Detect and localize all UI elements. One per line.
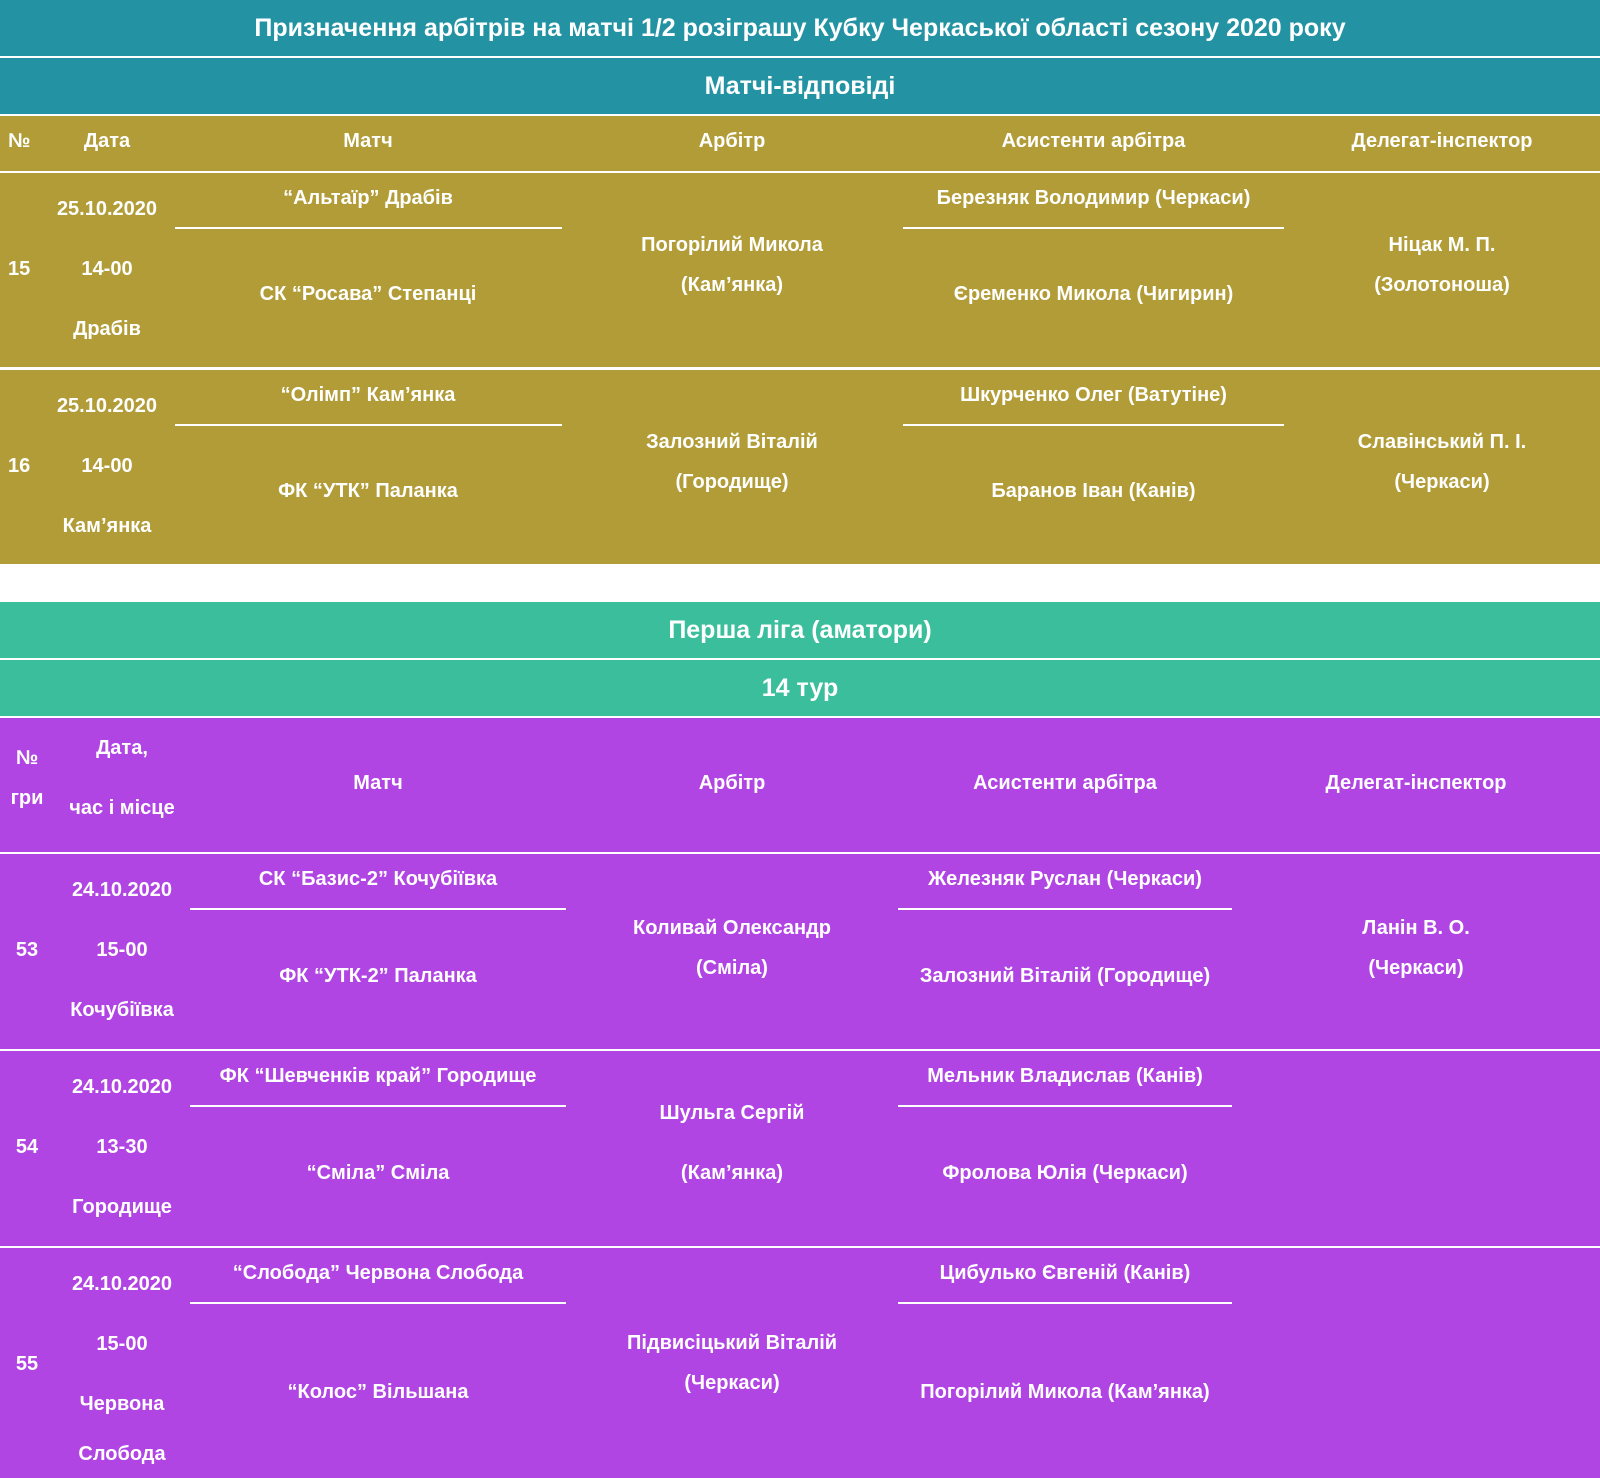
referee: Погорілий Микола (Кам’янка)	[561, 225, 903, 305]
assistant-1: Шкурченко Олег (Ватутіне)	[960, 384, 1227, 406]
table-row: 15 25.10.2020 14-00 Драбів “Альтаїр” Дра…	[0, 173, 1600, 367]
table-row: 53 24.10.2020 15-00 Кочубіївка СК “Базис…	[0, 854, 1600, 1049]
divider	[898, 1302, 1232, 1304]
assistant-2: Баранов Іван (Канів)	[991, 480, 1196, 502]
match-time: 15-00	[96, 939, 148, 961]
match-date: 24.10.2020	[71, 879, 173, 901]
referee-name: Залозний Віталій	[646, 431, 818, 453]
delegate: Ніцак М. П. (Золотоноша)	[1284, 225, 1600, 305]
cup-subtitle: Матчі-відповіді	[0, 58, 1600, 114]
referee: Підвисіцький Віталій (Черкаси)	[566, 1323, 898, 1403]
match-number: 53	[15, 939, 39, 961]
referee: Залозний Віталій (Городище)	[561, 422, 903, 502]
match-datetime: 24.10.2020 13-30 Городище	[54, 1057, 190, 1237]
match-place: Кам’янка	[62, 515, 152, 537]
delegate-city: (Черкаси)	[1368, 957, 1464, 979]
delegate-name: Славінський П. І.	[1357, 431, 1527, 453]
away-team: “Колос” Вільшана	[287, 1381, 469, 1403]
delegate-city: (Черкаси)	[1394, 471, 1490, 493]
match-date: 24.10.2020	[71, 1273, 173, 1295]
match-place: Червона	[79, 1393, 165, 1415]
divider	[903, 227, 1284, 229]
assistant-2: Погорілий Микола (Кам’янка)	[920, 1381, 1210, 1403]
header-referee: Арбітр	[698, 772, 766, 794]
round-title: 14 тур	[0, 660, 1600, 716]
header-date: Дата, час і місце	[69, 737, 175, 819]
divider	[903, 424, 1284, 426]
divider	[898, 1105, 1232, 1107]
referee-name: Погорілий Микола	[641, 234, 823, 256]
page-title: Призначення арбітрів на матчі 1/2 розігр…	[0, 0, 1600, 56]
header-delegate: Делегат-інспектор	[1325, 772, 1507, 794]
delegate: Славінський П. І. (Черкаси)	[1284, 422, 1600, 502]
away-team: СК “Росава” Степанці	[259, 283, 477, 305]
assistant-1: Цибулько Євгеній (Канів)	[939, 1262, 1191, 1284]
match-number: 54	[15, 1136, 39, 1158]
home-team: “Слобода” Червона Слобода	[232, 1262, 524, 1284]
header-num: № гри	[10, 747, 44, 809]
away-team: ФК “УТК-2” Паланка	[279, 965, 477, 987]
match-place: Кочубіївка	[70, 999, 174, 1021]
delegate-name: Ніцак М. П.	[1388, 234, 1496, 256]
header-assistants: Асистенти арбітра	[973, 772, 1157, 794]
header-referee: Арбітр	[698, 130, 766, 152]
divider	[190, 908, 566, 910]
divider	[175, 227, 562, 229]
divider	[175, 424, 562, 426]
header-assistants: Асистенти арбітра	[1001, 130, 1186, 152]
match-place: Драбів	[73, 318, 141, 340]
referee: Шульга Сергій (Кам’янка)	[566, 1083, 898, 1203]
divider	[898, 908, 1232, 910]
league-title: Перша ліга (аматори)	[0, 602, 1600, 658]
match-datetime: 24.10.2020 15-00 Кочубіївка	[54, 860, 190, 1040]
match-time: 13-30	[96, 1136, 148, 1158]
referee-city: (Черкаси)	[684, 1372, 780, 1394]
home-team: “Альтаїр” Драбів	[283, 187, 453, 209]
header-match: Матч	[343, 130, 393, 152]
home-team: ФК “Шевченків край” Городище	[219, 1065, 537, 1087]
divider	[190, 1105, 566, 1107]
table-row: 54 24.10.2020 13-30 Городище ФК “Шевченк…	[0, 1051, 1600, 1246]
cup-table-header: № Дата Матч Арбітр Асистенти арбітра Дел…	[0, 116, 1600, 171]
divider	[190, 1302, 566, 1304]
header-delegate: Делегат-інспектор	[1351, 130, 1533, 152]
league-table-header: № гри Дата, час і місце Матч Арбітр Асис…	[0, 718, 1600, 852]
delegate: Ланін В. О. (Черкаси)	[1232, 908, 1600, 988]
assistant-1: Березняк Володимир (Черкаси)	[936, 187, 1251, 209]
referee-city: (Сміла)	[696, 957, 768, 979]
home-team: “Олімп” Кам’янка	[280, 384, 456, 406]
referee-city: (Кам’янка)	[680, 274, 784, 296]
delegate-city: (Золотоноша)	[1374, 274, 1510, 296]
assistant-2: Залозний Віталій (Городище)	[919, 965, 1211, 987]
referee-name: Підвисіцький Віталій	[626, 1332, 838, 1354]
referee: Коливай Олександр (Сміла)	[566, 908, 898, 988]
delegate-name: Ланін В. О.	[1362, 917, 1470, 939]
table-row: 16 25.10.2020 14-00 Кам’янка “Олімп” Кам…	[0, 370, 1600, 564]
away-team: ФК “УТК” Паланка	[278, 480, 458, 502]
assistant-1: Железняк Руслан (Черкаси)	[928, 868, 1202, 890]
home-team: СК “Базис-2” Кочубіївка	[258, 868, 498, 890]
match-date: 24.10.2020	[71, 1076, 173, 1098]
referee-name: Шульга Сергій	[659, 1102, 805, 1124]
match-time: 15-00	[96, 1333, 148, 1355]
assistant-2: Фролова Юлія (Черкаси)	[942, 1162, 1188, 1184]
header-match: Матч	[353, 772, 403, 794]
table-row: 55 24.10.2020 15-00 Червона Слобода “Сло…	[0, 1248, 1600, 1478]
away-team: “Сміла” Сміла	[306, 1162, 450, 1184]
match-place: Городище	[72, 1196, 172, 1218]
referee-city: (Городище)	[675, 471, 789, 493]
assistant-2: Єременко Микола (Чигирин)	[953, 283, 1234, 305]
assistant-1: Мельник Владислав (Канів)	[927, 1065, 1203, 1087]
match-datetime: 24.10.2020 15-00 Червона Слобода	[54, 1254, 190, 1474]
match-place: Слобода	[78, 1443, 166, 1465]
referee-name: Коливай Олександр	[632, 917, 832, 939]
referee-city: (Кам’янка)	[680, 1162, 784, 1184]
match-number: 55	[15, 1353, 39, 1375]
